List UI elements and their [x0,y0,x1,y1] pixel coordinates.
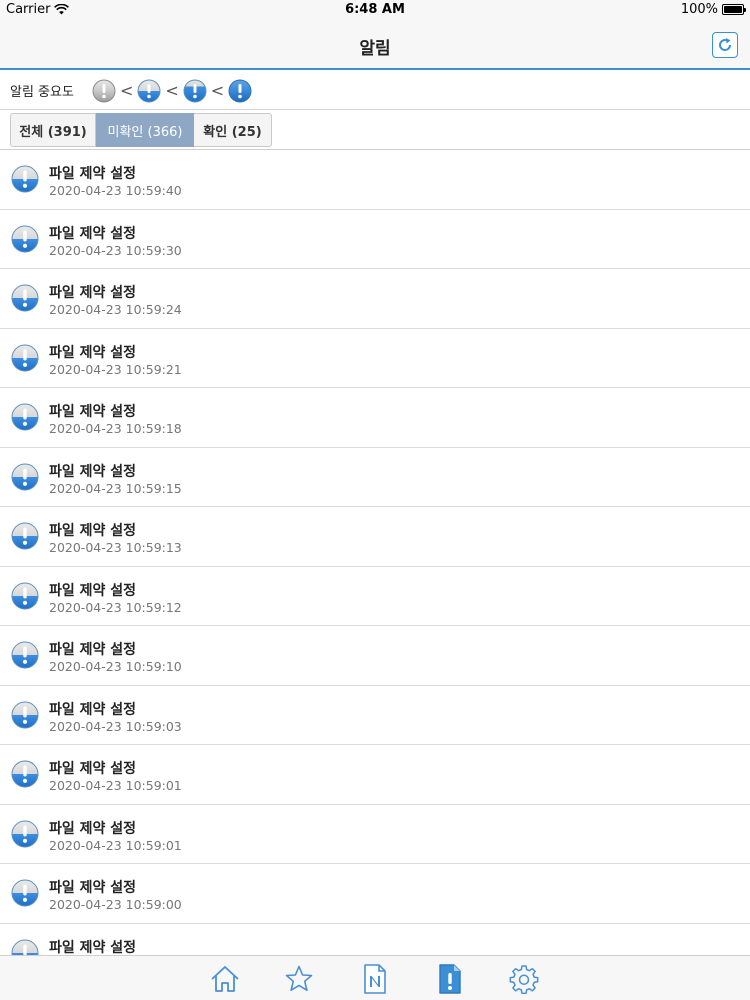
item-time: 2020-04-23 10:59:40 [49,183,182,198]
list-item[interactable]: 파일 제약 설정 2020-04-23 10:59:40 [0,150,750,210]
item-title: 파일 제약 설정 [49,939,137,956]
item-time: 2020-04-23 10:59:00 [49,897,182,912]
favorites-tab[interactable] [283,963,315,995]
item-title: 파일 제약 설정 [49,582,137,599]
tab-read[interactable]: 확인 (25) [194,113,272,147]
status-time: 6:48 AM [345,2,405,17]
alert-half-icon [11,165,39,193]
item-title: 파일 제약 설정 [49,166,137,182]
filter-tabs: 전체 (391) 미확인 (366) 확인 (25) [10,113,272,147]
item-title: 파일 제약 설정 [49,642,137,658]
importance-level-4-icon[interactable] [228,79,252,103]
importance-levels: < < < [92,79,252,103]
notice-tab[interactable] [359,963,391,995]
page-title: 알림 [359,39,391,59]
alert-half-icon [11,760,39,788]
home-tab[interactable] [209,963,241,995]
alert-half-icon [11,582,39,609]
item-time: 2020-04-23 10:59:18 [49,421,182,436]
item-time: 2020-04-23 10:59:21 [49,361,182,377]
alert-half-icon [11,403,39,431]
importance-row: 알림 중요도 < < < [0,72,750,110]
alert-half-icon [11,701,39,728]
alert-half-icon [11,344,39,371]
alert-half-icon [11,879,39,907]
importance-separator: < [165,80,179,100]
alert-half-icon [11,522,39,550]
refresh-button[interactable] [712,32,738,58]
item-time: 2020-04-23 10:59:15 [49,480,182,496]
item-title: 파일 제약 설정 [49,701,137,718]
importance-separator: < [119,80,134,100]
settings-icon [509,965,539,994]
item-time: 2020-04-23 10:59:13 [49,540,182,555]
battery-icon [722,4,746,15]
importance-level-3-icon[interactable] [183,79,207,103]
item-title: 파일 제약 설정 [49,285,137,301]
bottom-tab-bar [0,955,750,1000]
item-time: 2020-04-23 10:59:01 [49,778,182,793]
alert-icon [439,964,461,994]
settings-tab[interactable] [508,963,540,995]
alert-half-icon [11,284,39,312]
item-time: 2020-04-23 10:59:01 [49,837,182,853]
list-item[interactable]: 파일 제약 설정 2020-04-23 10:59:13 [0,507,750,567]
list-item[interactable]: 파일 제약 설정 [0,924,750,956]
list-item[interactable]: 파일 제약 설정 2020-04-23 10:59:03 [0,686,750,745]
list-item[interactable]: 파일 제약 설정 2020-04-23 10:59:24 [0,269,750,329]
refresh-icon [719,38,732,51]
item-time: 2020-04-23 10:59:30 [49,242,182,258]
item-title: 파일 제약 설정 [49,761,137,777]
list-item[interactable]: 파일 제약 설정 2020-04-23 10:59:18 [0,388,750,448]
tab-all[interactable]: 전체 (391) [10,113,96,147]
importance-level-1-icon[interactable] [92,79,116,103]
status-right: 100% [680,2,746,17]
tab-unread[interactable]: 미확인 (366) [96,113,194,147]
alert-half-icon [11,820,39,847]
list-item[interactable]: 파일 제약 설정 2020-04-23 10:59:30 [0,210,750,269]
alert-half-icon [11,463,39,490]
notification-list: 파일 제약 설정 2020-04-23 10:59:40 파일 제약 설정 20… [0,150,750,955]
alert-tab[interactable] [434,963,466,995]
list-item[interactable]: 파일 제약 설정 2020-04-23 10:59:01 [0,805,750,864]
navigation-bar: 알림 [0,20,750,70]
home-icon [211,966,239,992]
alert-half-icon [11,641,39,669]
importance-level-2-icon[interactable] [137,79,161,103]
notice-icon [364,964,386,994]
list-item[interactable]: 파일 제약 설정 2020-04-23 10:59:01 [0,745,750,805]
item-title: 파일 제약 설정 [49,820,137,837]
alert-half-icon [11,939,39,955]
item-time: 2020-04-23 10:59:10 [49,659,182,674]
item-time: 2020-04-23 10:59:03 [49,718,182,734]
list-item[interactable]: 파일 제약 설정 2020-04-23 10:59:00 [0,864,750,924]
importance-label: 알림 중요도 [10,85,74,100]
list-item[interactable]: 파일 제약 설정 2020-04-23 10:59:12 [0,567,750,626]
item-title: 파일 제약 설정 [49,344,137,361]
item-time: 2020-04-23 10:59:12 [49,599,182,615]
item-title: 파일 제약 설정 [49,404,137,420]
alert-half-icon [11,225,39,252]
list-item[interactable]: 파일 제약 설정 2020-04-23 10:59:21 [0,329,750,388]
importance-separator: < [210,80,225,100]
battery-percent: 100% [680,2,718,17]
item-title: 파일 제약 설정 [49,880,137,896]
item-title: 파일 제약 설정 [49,463,137,480]
filter-tabs-row: 전체 (391) 미확인 (366) 확인 (25) [0,110,750,150]
item-title: 파일 제약 설정 [49,523,137,539]
star-icon [285,965,313,991]
status-bar: Carrier 6:48 AM 100% [0,0,750,20]
list-item[interactable]: 파일 제약 설정 2020-04-23 10:59:15 [0,448,750,507]
item-title: 파일 제약 설정 [49,225,137,242]
list-item[interactable]: 파일 제약 설정 2020-04-23 10:59:10 [0,626,750,686]
item-time: 2020-04-23 10:59:24 [49,302,182,317]
